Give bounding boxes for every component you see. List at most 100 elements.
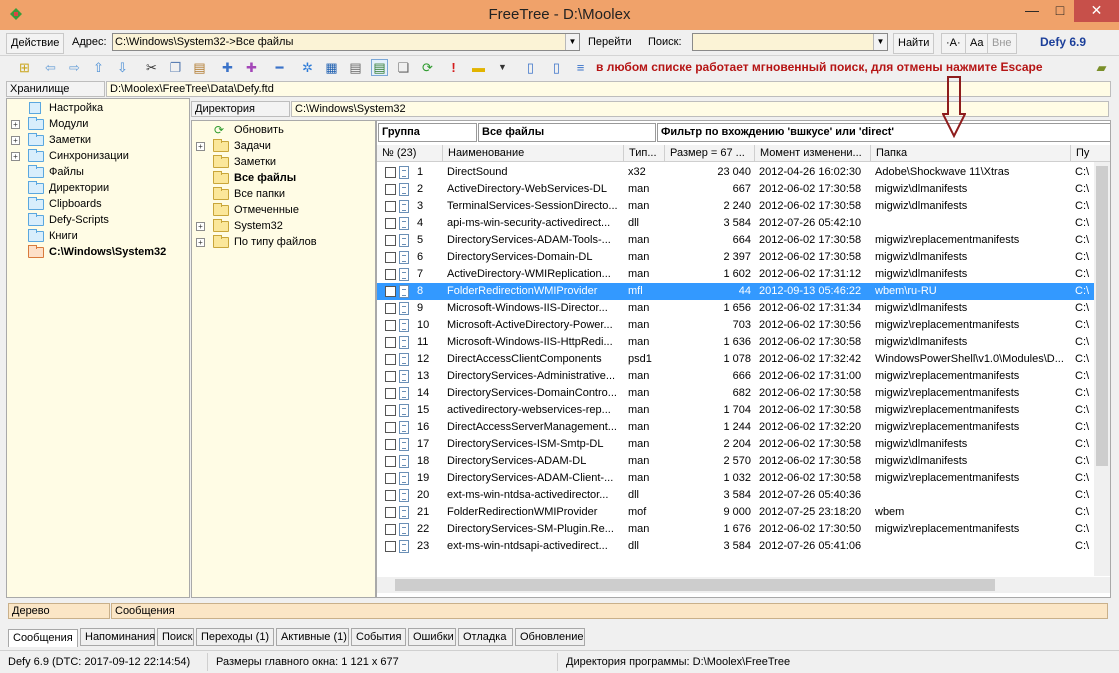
table-row[interactable]: 10 Microsoft-ActiveDirectory-Power... man 7… xyxy=(377,317,1110,334)
left_tree-item[interactable]: Clipboards xyxy=(11,196,186,212)
left_tree-item[interactable]: Defy-Scripts xyxy=(11,212,186,228)
expand-icon[interactable]: + xyxy=(11,136,20,145)
mid_tree-item[interactable]: + System32 xyxy=(196,218,371,234)
column-header[interactable]: № (23) xyxy=(377,145,443,162)
column-icon[interactable]: ▯ xyxy=(522,59,539,76)
row-checkbox[interactable] xyxy=(385,490,396,501)
column-icon-2[interactable]: ▯ xyxy=(548,59,565,76)
column-header[interactable]: Момент изменени... xyxy=(755,145,871,162)
chevron-down-icon[interactable]: ▼ xyxy=(565,34,579,50)
gear-icon[interactable]: ✲ xyxy=(299,59,316,76)
mid_tree-item[interactable]: + Задачи xyxy=(196,138,371,154)
table-row[interactable]: 16 DirectAccessServerManagement... man 1 24… xyxy=(377,419,1110,436)
mid_tree-item[interactable]: Все папки xyxy=(196,186,371,202)
left_tree-item[interactable]: Настройка xyxy=(11,100,186,116)
address-combo[interactable]: C:\Windows\System32->Все файлы ▼ xyxy=(112,33,580,51)
tab-7[interactable]: Отладка xyxy=(458,628,513,646)
column-header[interactable]: Размер = 67 ... xyxy=(665,145,755,162)
expand-icon[interactable]: + xyxy=(11,120,20,129)
dropdown-icon[interactable]: ▼ xyxy=(494,59,511,76)
down-icon[interactable]: ⇩ xyxy=(114,59,131,76)
column-header[interactable]: Тип... xyxy=(624,145,665,162)
outside-button[interactable]: Вне xyxy=(987,33,1017,54)
directory-path-field[interactable]: C:\Windows\System32 xyxy=(291,101,1109,117)
mid_tree-item[interactable]: Отмеченные xyxy=(196,202,371,218)
left_tree-item[interactable]: + Заметки xyxy=(11,132,186,148)
mid_tree-item[interactable]: Все файлы xyxy=(196,170,371,186)
row-checkbox[interactable] xyxy=(385,201,396,212)
row-checkbox[interactable] xyxy=(385,320,396,331)
horizontal-scrollbar[interactable] xyxy=(377,577,1110,593)
left_tree-item[interactable]: Книги xyxy=(11,228,186,244)
minimize-button[interactable]: — xyxy=(1018,0,1046,22)
font-size-button[interactable]: ·A· xyxy=(941,33,966,54)
row-checkbox[interactable] xyxy=(385,524,396,535)
table-row[interactable]: 22 DirectoryServices-SM-Plugin.Re... man 1 … xyxy=(377,521,1110,538)
action-button[interactable]: Действие xyxy=(6,33,65,54)
plugin-icon[interactable]: ✚ xyxy=(243,59,260,76)
page-icon[interactable]: ▤ xyxy=(371,59,388,76)
tab-6[interactable]: Ошибки xyxy=(408,628,456,646)
expand-icon[interactable]: + xyxy=(196,238,205,247)
mid_tree-item[interactable]: Заметки xyxy=(196,154,371,170)
table-row[interactable]: 18 DirectoryServices-ADAM-DL man 2 570 2012-… xyxy=(377,453,1110,470)
table-row[interactable]: 7 ActiveDirectory-WMIReplication... man 1 6… xyxy=(377,266,1110,283)
left_tree-item[interactable]: Файлы xyxy=(11,164,186,180)
left_tree-item[interactable]: C:\Windows\System32 xyxy=(11,244,186,260)
scroll-thumb[interactable] xyxy=(1096,166,1108,466)
table-row[interactable]: 19 DirectoryServices-ADAM-Client-... man 1 … xyxy=(377,470,1110,487)
expand-icon[interactable]: + xyxy=(196,222,205,231)
left_tree-item[interactable]: + Синхронизации xyxy=(11,148,186,164)
find-button[interactable]: Найти xyxy=(893,33,935,54)
row-checkbox[interactable] xyxy=(385,439,396,450)
row-checkbox[interactable] xyxy=(385,507,396,518)
minus-icon[interactable]: ━ xyxy=(271,59,288,76)
row-checkbox[interactable] xyxy=(385,184,396,195)
add-icon[interactable]: ⊞ xyxy=(16,59,33,76)
table-row[interactable]: 23 ext-ms-win-ntdsapi-activedirect... dll 3… xyxy=(377,538,1110,555)
row-checkbox[interactable] xyxy=(385,473,396,484)
case-button[interactable]: Aa xyxy=(965,33,989,54)
add-item-icon[interactable]: ✚ xyxy=(219,59,236,76)
table-row[interactable]: 8 FolderRedirectionWMIProvider mfl 44 2012-0… xyxy=(377,283,1110,300)
row-checkbox[interactable] xyxy=(385,218,396,229)
column-header[interactable]: Пу xyxy=(1071,145,1110,162)
table-row[interactable]: 13 DirectoryServices-Administrative... man… xyxy=(377,368,1110,385)
forward-icon[interactable]: ⇨ xyxy=(66,59,83,76)
row-checkbox[interactable] xyxy=(385,235,396,246)
table-row[interactable]: 9 Microsoft-Windows-IIS-Director... man 1 6… xyxy=(377,300,1110,317)
expand-icon[interactable]: + xyxy=(11,152,20,161)
row-checkbox[interactable] xyxy=(385,456,396,467)
exclamation-icon[interactable]: ! xyxy=(445,59,462,76)
table-row[interactable]: 6 DirectoryServices-Domain-DL man 2 397 2012… xyxy=(377,249,1110,266)
search-input[interactable]: ▼ xyxy=(692,33,888,51)
book-icon[interactable]: ▰ xyxy=(1093,59,1110,76)
row-checkbox[interactable] xyxy=(385,354,396,365)
expand-icon[interactable]: + xyxy=(196,142,205,151)
left_tree-item[interactable]: + Модули xyxy=(11,116,186,132)
refresh-icon[interactable]: ⟳ xyxy=(419,59,436,76)
mid_tree-item[interactable]: ⟳ Обновить xyxy=(196,122,371,138)
table-row[interactable]: 2 ActiveDirectory-WebServices-DL man 667 201… xyxy=(377,181,1110,198)
cut-icon[interactable]: ✂ xyxy=(143,59,160,76)
tab-2[interactable]: Поиск xyxy=(157,628,194,646)
table-row[interactable]: 3 TerminalServices-SessionDirecto... man 2 … xyxy=(377,198,1110,215)
row-checkbox[interactable] xyxy=(385,286,396,297)
table-row[interactable]: 15 activedirectory-webservices-rep... man 1… xyxy=(377,402,1110,419)
list-view-icon[interactable]: ≡ xyxy=(572,59,589,76)
row-checkbox[interactable] xyxy=(385,541,396,552)
maximize-button[interactable]: □ xyxy=(1046,0,1074,22)
up-icon[interactable]: ⇧ xyxy=(90,59,107,76)
tab-8[interactable]: Обновление xyxy=(515,628,585,646)
calendar-icon[interactable]: ▦ xyxy=(323,59,340,76)
row-checkbox[interactable] xyxy=(385,252,396,263)
pages-icon[interactable]: ❏ xyxy=(395,59,412,76)
row-checkbox[interactable] xyxy=(385,303,396,314)
tab-3[interactable]: Переходы (1) xyxy=(196,628,274,646)
tab-5[interactable]: События xyxy=(351,628,406,646)
close-button[interactable]: ✕ xyxy=(1074,0,1119,22)
tab-4[interactable]: Активные (1) xyxy=(276,628,349,646)
table-row[interactable]: 17 DirectoryServices-ISM-Smtp-DL man 2 204 2… xyxy=(377,436,1110,453)
back-icon[interactable]: ⇦ xyxy=(42,59,59,76)
row-checkbox[interactable] xyxy=(385,337,396,348)
